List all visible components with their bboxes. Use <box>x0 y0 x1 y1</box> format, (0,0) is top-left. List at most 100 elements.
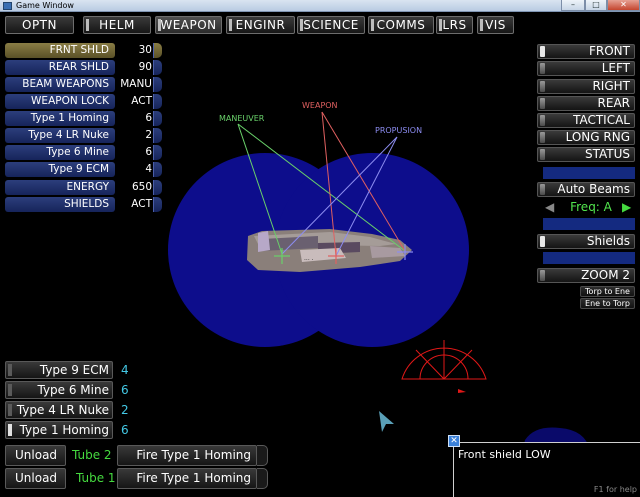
maneuver-label: MANEUVER <box>219 114 265 123</box>
shield-level-bar <box>543 252 635 264</box>
tab-vis[interactable]: VIS <box>477 16 514 34</box>
beam-level-bar <box>543 167 635 179</box>
ene-to-torp-button[interactable]: Ene to Torp <box>580 298 635 309</box>
stat-shields-label: SHIELDS <box>5 197 115 212</box>
toggle-knob <box>540 46 545 57</box>
view-status-button[interactable]: STATUS <box>537 147 635 162</box>
tab-enginr[interactable]: ENGINR <box>226 16 295 34</box>
close-button[interactable]: ✕ <box>607 0 640 11</box>
stat-energy-label: ENERGY <box>5 180 115 195</box>
stat-energy-value: 650 <box>131 181 152 193</box>
view-long-range-button[interactable]: LONG RNG <box>537 130 635 145</box>
player-marker <box>379 411 394 432</box>
stat-cap <box>153 197 162 212</box>
stat-weapon-lock-label: WEAPON LOCK <box>5 94 115 109</box>
stat-front-shield-value: 30 <box>138 44 152 56</box>
view-left-button[interactable]: LEFT <box>537 61 635 76</box>
tab-lrs[interactable]: LRS <box>436 16 473 34</box>
toggle-knob <box>540 149 545 160</box>
torp-to-ene-button[interactable]: Torp to Ene <box>580 286 635 297</box>
stat-cap <box>153 94 162 109</box>
unload-tube1-button[interactable]: Unload <box>5 468 66 489</box>
toggle-knob <box>8 384 12 396</box>
freq-prev-icon[interactable]: ◀ <box>545 200 554 214</box>
stat-cap <box>153 162 162 177</box>
toggle-knob <box>540 98 545 109</box>
toggle-knob <box>540 132 545 143</box>
stat-type4-value: 2 <box>145 129 152 141</box>
toggle-knob <box>540 115 545 126</box>
tab-helm[interactable]: HELM <box>83 16 151 34</box>
app-icon <box>3 2 12 10</box>
stat-cap <box>153 60 162 75</box>
stat-cap <box>153 111 162 126</box>
beam-frequency: Freq: A <box>570 200 612 214</box>
toggle-knob <box>8 424 12 436</box>
minimize-button[interactable]: – <box>561 0 585 11</box>
toggle-knob <box>540 236 545 247</box>
tube2-label: Tube 2 <box>72 448 112 462</box>
tab-comms[interactable]: COMMS <box>368 16 434 34</box>
stat-type9-value: 4 <box>145 163 152 175</box>
toggle-knob <box>540 270 545 281</box>
zoom-button[interactable]: ZOOM 2 <box>537 268 635 283</box>
svg-text:··· ·: ··· · <box>304 257 314 264</box>
beam-arc <box>401 340 487 380</box>
close-message-icon[interactable]: ✕ <box>448 435 460 447</box>
tab-optn[interactable]: OPTN <box>5 16 74 34</box>
stat-shields-value: ACT <box>131 198 152 210</box>
stat-beam-weapons-label: BEAM WEAPONS <box>5 77 115 92</box>
ordnance-type4-count: 2 <box>121 403 129 417</box>
ordnance-type6-button[interactable]: Type 6 Mine <box>5 381 113 399</box>
tube1-label: Tube 1 <box>76 471 116 485</box>
toggle-knob <box>8 364 12 376</box>
view-right-button[interactable]: RIGHT <box>537 79 635 94</box>
stat-beam-weapons-value: MANU <box>120 78 152 90</box>
enemy-marker <box>458 389 466 393</box>
toggle-knob <box>8 404 12 416</box>
message-text: Front shield LOW <box>458 448 551 461</box>
stat-front-shield-label: FRNT SHLD <box>5 43 115 58</box>
auto-beams-button[interactable]: Auto Beams <box>537 182 635 197</box>
ordnance-type1-count: 6 <box>121 423 129 437</box>
stat-cap <box>153 77 162 92</box>
fire-tube2-button[interactable]: Fire Type 1 Homing <box>117 445 257 466</box>
window-title: Game Window <box>16 1 74 10</box>
ordnance-type6-count: 6 <box>121 383 129 397</box>
stat-cap <box>153 145 162 160</box>
tab-weapon[interactable]: WEAPON <box>155 16 222 34</box>
view-front-button[interactable]: FRONT <box>537 44 635 59</box>
stat-rear-shield-label: REAR SHLD <box>5 60 115 75</box>
stat-type6-value: 6 <box>145 146 152 158</box>
toggle-knob <box>540 184 545 195</box>
maximize-button[interactable]: □ <box>585 0 607 11</box>
help-hint: F1 for help <box>593 485 637 494</box>
freq-bar <box>543 218 635 230</box>
fire-tube1-cap <box>257 468 268 489</box>
ordnance-type1-button[interactable]: Type 1 Homing <box>5 421 113 439</box>
toggle-knob <box>540 81 545 92</box>
stat-type1-value: 6 <box>145 112 152 124</box>
view-rear-button[interactable]: REAR <box>537 96 635 111</box>
stat-cap <box>153 180 162 195</box>
propulsion-label: PROPUSION <box>375 126 423 135</box>
ordnance-type4-button[interactable]: Type 4 LR Nuke <box>5 401 113 419</box>
ordnance-type9-count: 4 <box>121 363 129 377</box>
window-titlebar: Game Window – □ ✕ <box>0 0 640 12</box>
toggle-knob <box>540 63 545 74</box>
message-panel: ✕ Front shield LOW F1 for help <box>448 435 640 497</box>
shields-toggle-button[interactable]: Shields <box>537 234 635 249</box>
stat-type1-label: Type 1 Homing <box>5 111 115 126</box>
stat-rear-shield-value: 90 <box>138 61 152 73</box>
unload-tube2-button[interactable]: Unload <box>5 445 66 466</box>
fire-tube1-button[interactable]: Fire Type 1 Homing <box>117 468 257 489</box>
ordnance-type9-button[interactable]: Type 9 ECM <box>5 361 113 379</box>
stat-type4-label: Type 4 LR Nuke <box>5 128 115 143</box>
weapon-label: WEAPON <box>302 101 338 110</box>
fire-tube2-cap <box>257 445 268 466</box>
stat-weapon-lock-value: ACT <box>131 95 152 107</box>
freq-next-icon[interactable]: ▶ <box>622 200 631 214</box>
view-tactical-button[interactable]: TACTICAL <box>537 113 635 128</box>
tab-science[interactable]: SCIENCE <box>297 16 365 34</box>
stat-cap <box>153 43 162 58</box>
